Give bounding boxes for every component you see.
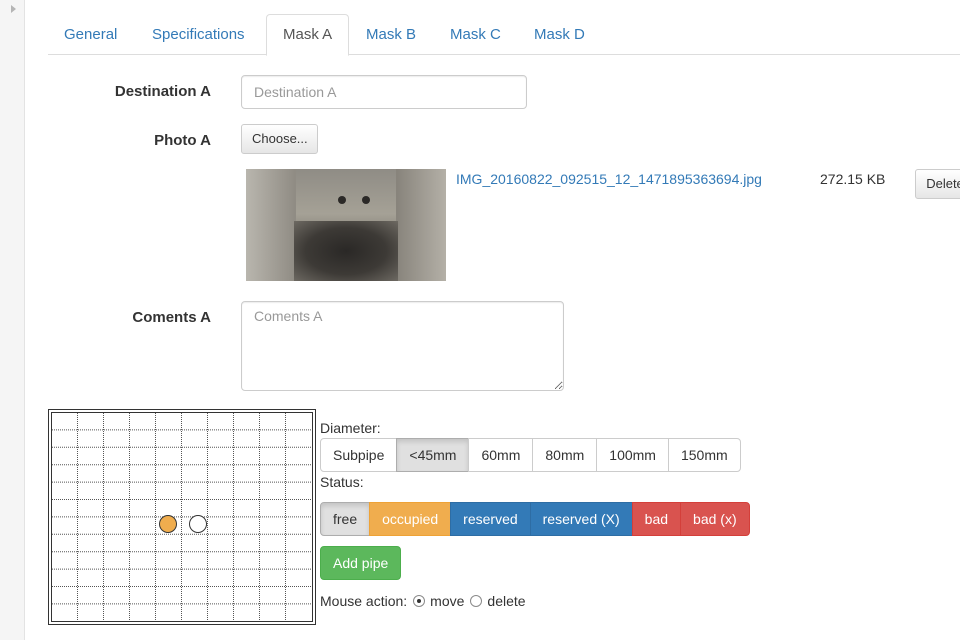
tab-general[interactable]: General [48, 14, 133, 55]
diameter-button-group: Subpipe <45mm 60mm 80mm 100mm 150mm [320, 438, 741, 472]
delete-radio-label[interactable]: delete [487, 593, 525, 609]
diameter-60-button[interactable]: 60mm [468, 438, 534, 472]
status-reserved-x-button[interactable]: reserved (X) [529, 502, 633, 536]
comments-label: Coments A [132, 309, 211, 326]
status-free-button[interactable]: free [320, 502, 371, 536]
move-radio-label[interactable]: move [430, 593, 464, 609]
status-label: Status: [320, 474, 364, 490]
pipe-grid-canvas[interactable] [48, 409, 316, 625]
destination-label: Destination A [114, 83, 211, 100]
comments-textarea[interactable] [241, 301, 564, 391]
pipe-circle-occupied[interactable] [159, 515, 177, 533]
diameter-80-button[interactable]: 80mm [532, 438, 598, 472]
diameter-100-button[interactable]: 100mm [596, 438, 669, 472]
tab-mask-a[interactable]: Mask A [266, 14, 350, 56]
add-pipe-button[interactable]: Add pipe [320, 546, 402, 580]
left-rail [0, 0, 25, 640]
move-radio[interactable] [413, 595, 426, 607]
diameter-150-button[interactable]: 150mm [667, 438, 741, 472]
status-bad-x-button[interactable]: bad (x) [680, 502, 750, 536]
choose-file-button[interactable]: Choose... [241, 124, 318, 154]
file-name-link[interactable]: IMG_20160822_092515_12_1471895363694.jpg [456, 171, 762, 187]
diameter-subpipe-button[interactable]: Subpipe [320, 438, 398, 472]
mouse-action-label: Mouse action: [320, 593, 408, 609]
tab-specifications[interactable]: Specifications [136, 14, 261, 55]
file-size: 272.15 KB [820, 171, 886, 187]
diameter-lt45-button[interactable]: <45mm [396, 438, 470, 472]
tab-mask-c[interactable]: Mask C [434, 14, 517, 55]
photo-thumbnail[interactable] [246, 169, 446, 281]
tab-mask-d[interactable]: Mask D [518, 14, 601, 55]
delete-radio[interactable] [470, 595, 483, 607]
photo-label: Photo A [154, 132, 211, 149]
mouse-action-row: Mouse action: move delete [320, 593, 526, 609]
pipe-circle-free[interactable] [189, 515, 207, 533]
pipe-grid[interactable] [49, 410, 315, 624]
tab-mask-b[interactable]: Mask B [350, 14, 432, 55]
expand-arrow-icon[interactable] [11, 5, 16, 13]
delete-photo-button[interactable]: Delete [915, 169, 960, 199]
tab-bar: General Specifications Mask A Mask B Mas… [48, 14, 960, 56]
status-reserved-button[interactable]: reserved [450, 502, 531, 536]
diameter-label: Diameter: [320, 420, 381, 436]
status-bad-button[interactable]: bad [631, 502, 682, 536]
status-button-group: free occupied reserved reserved (X) bad … [320, 502, 750, 536]
status-occupied-button[interactable]: occupied [369, 502, 452, 536]
destination-input[interactable] [241, 75, 527, 109]
